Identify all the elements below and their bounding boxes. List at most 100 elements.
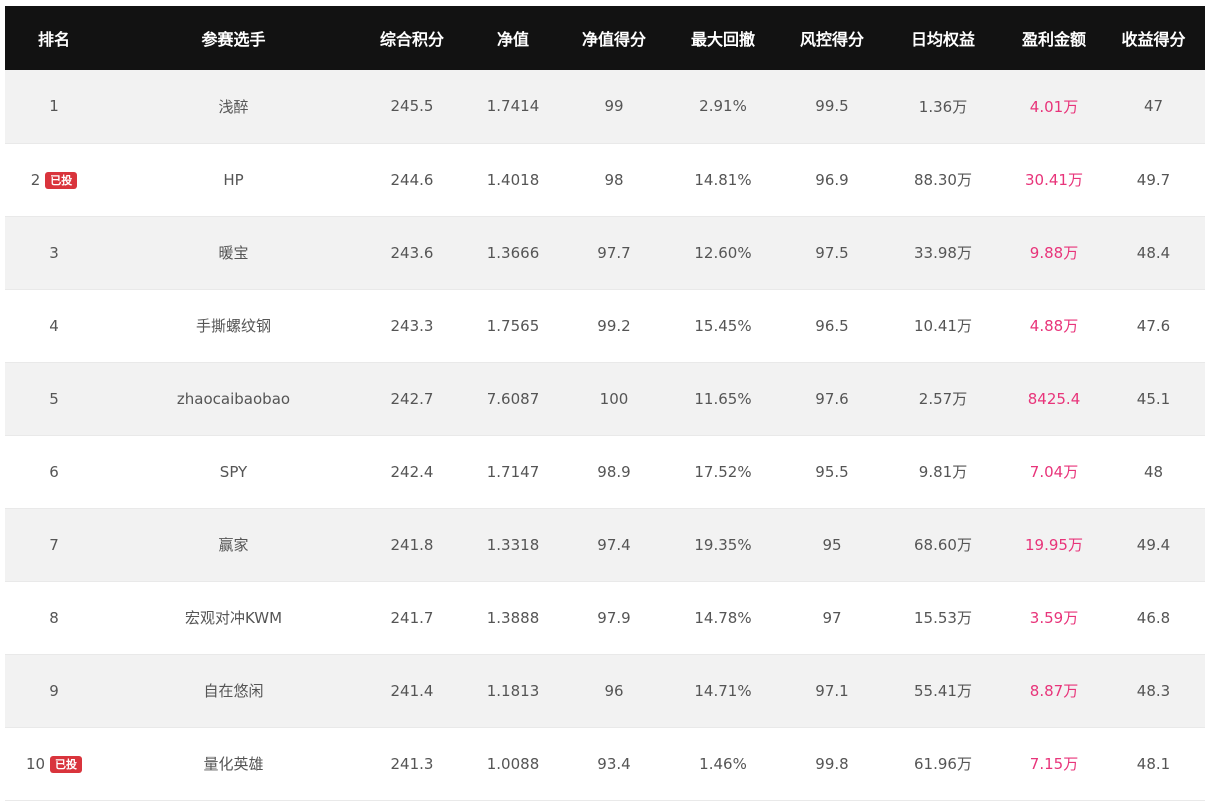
rank-number: 2 (30, 170, 41, 189)
cell-avg-equity: 15.53万 (880, 581, 1006, 655)
cell-max-drawdown: 15.45% (662, 289, 784, 363)
cell-max-drawdown: 19.35% (662, 508, 784, 582)
cell-nav: 1.7147 (460, 435, 566, 509)
header-max-drawdown[interactable]: 最大回撤 (662, 6, 784, 70)
cell-max-drawdown: 1.46% (662, 727, 784, 801)
cell-nav: 1.7565 (460, 289, 566, 363)
cell-rank: 2 已投 (5, 143, 103, 217)
cell-player-name[interactable]: 赢家 (103, 508, 364, 582)
header-total-score[interactable]: 综合积分 (364, 6, 460, 70)
header-return-score[interactable]: 收益得分 (1102, 6, 1205, 70)
cell-player-name[interactable]: 手撕螺纹钢 (103, 289, 364, 363)
cell-return-score: 46.8 (1102, 581, 1205, 655)
cell-nav-score: 99 (566, 70, 662, 144)
cell-nav-score: 93.4 (566, 727, 662, 801)
cell-return-score: 48.4 (1102, 216, 1205, 290)
table-body: 1 浅醉 245.5 1.7414 99 2.91% 99.5 1.36万 4.01万 47 2 已投… (5, 70, 1205, 801)
cell-risk-score: 95 (784, 508, 880, 582)
cell-total-score: 242.4 (364, 435, 460, 509)
cell-profit: 19.95万 (1006, 508, 1102, 582)
cell-player-name[interactable]: HP (103, 143, 364, 217)
cell-nav: 1.3666 (460, 216, 566, 290)
table-row[interactable]: 8 宏观对冲KWM 241.7 1.3888 97.9 14.78% 97 15.53万 3.5… (5, 581, 1205, 655)
rank-number: 8 (49, 608, 59, 627)
cell-total-score: 243.6 (364, 216, 460, 290)
cell-rank: 3 (5, 216, 103, 290)
cell-nav-score: 98.9 (566, 435, 662, 509)
cell-total-score: 241.8 (364, 508, 460, 582)
cell-profit: 4.01万 (1006, 70, 1102, 144)
header-risk-score[interactable]: 风控得分 (784, 6, 880, 70)
cell-rank: 1 (5, 70, 103, 144)
header-row: 排名 参赛选手 综合积分 净值 净值得分 最大回撤 风控得分 日均权益 盈利金额… (5, 6, 1205, 70)
cell-nav-score: 100 (566, 362, 662, 436)
cell-risk-score: 96.5 (784, 289, 880, 363)
cell-avg-equity: 88.30万 (880, 143, 1006, 217)
rank-number: 4 (49, 316, 59, 335)
header-player[interactable]: 参赛选手 (103, 6, 364, 70)
cell-profit: 8425.4 (1006, 362, 1102, 436)
rank-number: 7 (49, 535, 59, 554)
cell-rank: 8 (5, 581, 103, 655)
cell-max-drawdown: 11.65% (662, 362, 784, 436)
rank-number: 5 (49, 389, 59, 408)
rank-number: 6 (49, 462, 59, 481)
table-row[interactable]: 3 暖宝 243.6 1.3666 97.7 12.60% 97.5 33.98万 9.88万 4… (5, 216, 1205, 290)
cell-max-drawdown: 2.91% (662, 70, 784, 144)
table-row[interactable]: 6 SPY 242.4 1.7147 98.9 17.52% 95.5 9.81万 7.04万 4… (5, 435, 1205, 509)
cell-nav: 7.6087 (460, 362, 566, 436)
header-rank[interactable]: 排名 (5, 6, 103, 70)
cell-total-score: 241.7 (364, 581, 460, 655)
cell-player-name[interactable]: 量化英雄 (103, 727, 364, 801)
cell-max-drawdown: 17.52% (662, 435, 784, 509)
cell-risk-score: 97.5 (784, 216, 880, 290)
cell-player-name[interactable]: SPY (103, 435, 364, 509)
table-row[interactable]: 10 已投 量化英雄 241.3 1.0088 93.4 1.46% 99.8 61.96万 7.… (5, 727, 1205, 801)
cell-avg-equity: 55.41万 (880, 654, 1006, 728)
cell-player-name[interactable]: 暖宝 (103, 216, 364, 290)
cell-player-name[interactable]: 浅醉 (103, 70, 364, 144)
header-nav[interactable]: 净值 (460, 6, 566, 70)
table-row[interactable]: 1 浅醉 245.5 1.7414 99 2.91% 99.5 1.36万 4.01万 47 (5, 70, 1205, 144)
rank-number: 9 (49, 681, 59, 700)
header-profit[interactable]: 盈利金额 (1006, 6, 1102, 70)
header-nav-score[interactable]: 净值得分 (566, 6, 662, 70)
cell-nav-score: 98 (566, 143, 662, 217)
table-row[interactable]: 4 手撕螺纹钢 243.3 1.7565 99.2 15.45% 96.5 10.41万 4.8… (5, 289, 1205, 363)
cell-total-score: 242.7 (364, 362, 460, 436)
cell-nav-score: 96 (566, 654, 662, 728)
cell-profit: 7.15万 (1006, 727, 1102, 801)
invested-badge: 已投 (45, 171, 78, 189)
cell-return-score: 49.4 (1102, 508, 1205, 582)
rank-number: 3 (49, 243, 59, 262)
table-row[interactable]: 7 赢家 241.8 1.3318 97.4 19.35% 95 68.60万 19.95万 49… (5, 508, 1205, 582)
cell-player-name[interactable]: 宏观对冲KWM (103, 581, 364, 655)
cell-return-score: 48 (1102, 435, 1205, 509)
ranking-table: 排名 参赛选手 综合积分 净值 净值得分 最大回撤 风控得分 日均权益 盈利金额… (5, 6, 1205, 801)
cell-player-name[interactable]: 自在悠闲 (103, 654, 364, 728)
rank-number: 1 (49, 97, 59, 116)
cell-nav: 1.0088 (460, 727, 566, 801)
header-avg-equity[interactable]: 日均权益 (880, 6, 1006, 70)
cell-profit: 3.59万 (1006, 581, 1102, 655)
table-header: 排名 参赛选手 综合积分 净值 净值得分 最大回撤 风控得分 日均权益 盈利金额… (5, 6, 1205, 70)
cell-risk-score: 95.5 (784, 435, 880, 509)
cell-avg-equity: 1.36万 (880, 70, 1006, 144)
rank-number: 10 (25, 754, 46, 773)
cell-return-score: 45.1 (1102, 362, 1205, 436)
cell-profit: 30.41万 (1006, 143, 1102, 217)
table-row[interactable]: 9 自在悠闲 241.4 1.1813 96 14.71% 97.1 55.41万 8.87万 4… (5, 654, 1205, 728)
cell-rank: 7 (5, 508, 103, 582)
cell-nav: 1.3888 (460, 581, 566, 655)
cell-return-score: 47 (1102, 70, 1205, 144)
cell-player-name[interactable]: zhaocaibaobao (103, 362, 364, 436)
cell-return-score: 49.7 (1102, 143, 1205, 217)
table-row[interactable]: 2 已投 HP 244.6 1.4018 98 14.81% 96.9 88.30万 30.41万… (5, 143, 1205, 217)
leaderboard: 排名 参赛选手 综合积分 净值 净值得分 最大回撤 风控得分 日均权益 盈利金额… (5, 6, 1205, 801)
cell-risk-score: 97 (784, 581, 880, 655)
table-row[interactable]: 5 zhaocaibaobao 242.7 7.6087 100 11.65% 97.6 2.… (5, 362, 1205, 436)
cell-nav: 1.7414 (460, 70, 566, 144)
cell-return-score: 48.3 (1102, 654, 1205, 728)
cell-return-score: 48.1 (1102, 727, 1205, 801)
cell-total-score: 241.4 (364, 654, 460, 728)
